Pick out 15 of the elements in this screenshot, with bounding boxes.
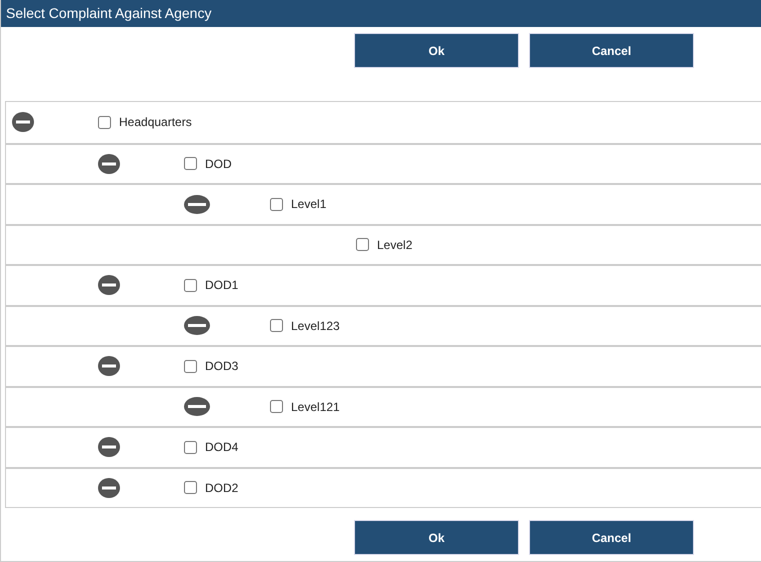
node-label: DOD1 [205,277,238,294]
node-label: DOD4 [205,439,238,456]
node-label: Headquarters [119,114,192,132]
node-label: Level121 [291,398,340,416]
ok-button[interactable]: Ok [354,520,519,555]
node-label: DOD2 [205,480,238,497]
node-label: DOD3 [205,358,238,376]
window-title: Select Complaint Against Agency [1,0,761,27]
node-label: Level1 [291,196,326,214]
node-label: Level2 [377,236,412,254]
cancel-button[interactable]: Cancel [529,520,694,555]
ok-button[interactable]: Ok [354,33,519,68]
node-label: DOD [205,156,232,173]
cancel-button[interactable]: Cancel [529,33,694,68]
node-label: Level123 [291,318,340,335]
